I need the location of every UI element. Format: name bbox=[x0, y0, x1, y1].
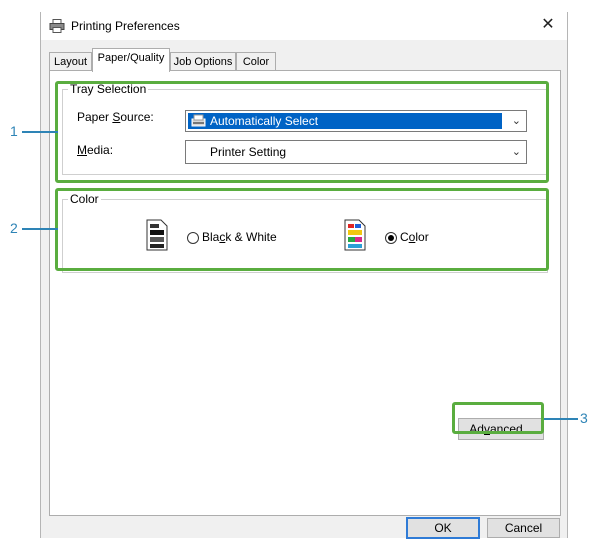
ok-button[interactable]: OK bbox=[406, 517, 480, 539]
callout-2: 2 bbox=[10, 220, 18, 236]
callout-3: 3 bbox=[580, 410, 588, 426]
callout-1-line bbox=[22, 131, 58, 133]
tab-job-options[interactable]: Job Options bbox=[170, 52, 236, 71]
tab-color[interactable]: Color bbox=[236, 52, 276, 71]
highlight-advanced-button bbox=[452, 402, 544, 434]
callout-2-line bbox=[22, 228, 58, 230]
highlight-color-group bbox=[55, 188, 549, 271]
tab-paper-quality[interactable]: Paper/Quality bbox=[92, 48, 170, 72]
highlight-tray-selection bbox=[55, 81, 549, 183]
cancel-button[interactable]: Cancel bbox=[487, 518, 560, 538]
title-bar: Printing Preferences ✕ bbox=[41, 12, 567, 40]
close-icon[interactable]: ✕ bbox=[537, 15, 559, 35]
callout-1: 1 bbox=[10, 123, 18, 139]
tab-layout[interactable]: Layout bbox=[49, 52, 92, 71]
printer-icon bbox=[49, 19, 65, 33]
window-title: Printing Preferences bbox=[71, 19, 180, 33]
callout-3-line bbox=[544, 418, 578, 420]
